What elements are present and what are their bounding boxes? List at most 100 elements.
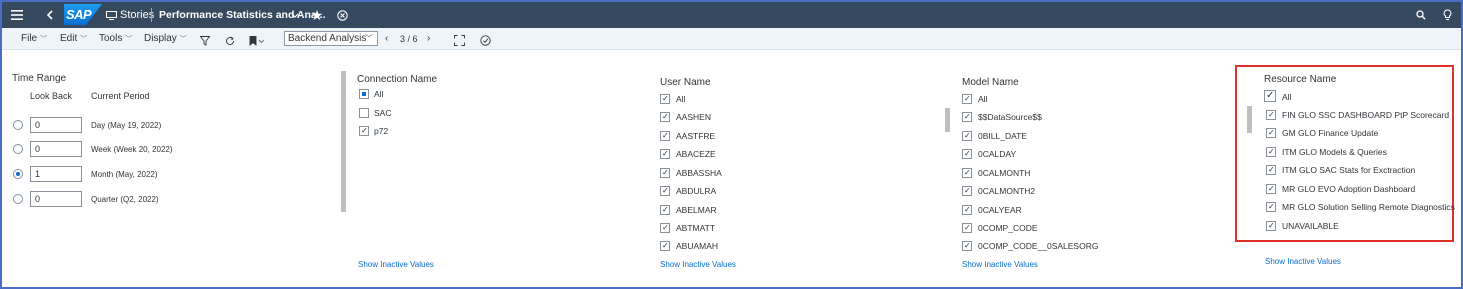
model-checkbox[interactable] bbox=[962, 241, 972, 251]
resource-show-inactive-link[interactable]: Show Inactive Values bbox=[1265, 257, 1341, 266]
resource-scrollbar[interactable] bbox=[1247, 106, 1252, 133]
file-menu-label: File bbox=[21, 33, 38, 44]
resource-label: ITM GLO Models & Queries bbox=[1282, 147, 1387, 157]
model-checkbox[interactable] bbox=[962, 94, 972, 104]
user-checkbox[interactable] bbox=[660, 131, 670, 141]
resource-checkbox[interactable] bbox=[1266, 165, 1276, 175]
model-checkbox[interactable] bbox=[962, 223, 972, 233]
time-range-radio-week[interactable] bbox=[13, 144, 23, 154]
user-label: ABUAMAH bbox=[676, 241, 719, 251]
fullscreen-icon[interactable] bbox=[454, 33, 465, 46]
model-label: $$DataSource$$ bbox=[978, 112, 1042, 122]
model-checkbox[interactable] bbox=[962, 149, 972, 159]
back-icon[interactable] bbox=[40, 2, 60, 28]
model-checkbox[interactable] bbox=[962, 131, 972, 141]
user-checkbox[interactable] bbox=[660, 205, 670, 215]
search-icon[interactable] bbox=[1413, 2, 1429, 28]
lookback-header: Look Back bbox=[30, 91, 73, 101]
stories-link[interactable]: Stories bbox=[120, 2, 154, 28]
next-page-icon[interactable]: › bbox=[427, 28, 430, 50]
user-label: ABELMAR bbox=[676, 205, 717, 215]
prev-page-icon[interactable]: ‹ bbox=[385, 28, 388, 50]
user-checkbox[interactable] bbox=[660, 186, 670, 196]
shell-bar: SAP Stories Performance Statistics and A… bbox=[2, 2, 1461, 28]
model-checkbox[interactable] bbox=[962, 205, 972, 215]
period-label-week: Week (Week 20, 2022) bbox=[91, 145, 173, 154]
resource-checkbox[interactable] bbox=[1266, 147, 1276, 157]
resource-checkbox[interactable] bbox=[1266, 221, 1276, 231]
model-checkbox[interactable] bbox=[962, 168, 972, 178]
sap-logo[interactable]: SAP bbox=[64, 4, 102, 25]
time-range-radio-day[interactable] bbox=[13, 120, 23, 130]
connection-label-sac: SAC bbox=[374, 108, 392, 118]
connection-label-all: All bbox=[374, 89, 384, 99]
resource-checkbox[interactable] bbox=[1266, 202, 1276, 212]
time-range-title: Time Range bbox=[12, 73, 67, 84]
resource-checkbox[interactable] bbox=[1266, 110, 1276, 120]
user-checkbox[interactable] bbox=[660, 241, 670, 251]
user-name-title: User Name bbox=[660, 77, 711, 88]
resource-label: MR GLO Solution Selling Remote Diagnosti… bbox=[1282, 202, 1455, 212]
user-checkbox[interactable] bbox=[660, 223, 670, 233]
user-checkbox[interactable] bbox=[660, 94, 670, 104]
lightbulb-icon[interactable] bbox=[1439, 2, 1455, 28]
chevron-down-icon: ﹀ bbox=[80, 36, 88, 43]
lookback-input-month[interactable]: 1 bbox=[30, 166, 82, 182]
period-label-quarter: Quarter (Q2, 2022) bbox=[91, 195, 159, 204]
resource-name-title: Resource Name bbox=[1264, 74, 1337, 85]
connection-checkbox-sac[interactable] bbox=[359, 108, 369, 118]
resource-checkbox[interactable] bbox=[1264, 90, 1276, 102]
model-scrollbar[interactable] bbox=[945, 108, 950, 132]
chevron-down-icon: ﹀ bbox=[179, 36, 187, 43]
connection-show-inactive-link[interactable]: Show Inactive Values bbox=[358, 260, 434, 269]
time-range-radio-quarter[interactable] bbox=[13, 194, 23, 204]
time-range-radio-month[interactable] bbox=[13, 169, 23, 179]
model-label: 0COMP_CODE bbox=[978, 223, 1038, 233]
chevron-down-icon: ﹀ bbox=[365, 34, 373, 43]
refresh-icon[interactable] bbox=[225, 33, 235, 45]
time-range-scrollbar[interactable] bbox=[341, 71, 346, 212]
chevron-down-icon[interactable] bbox=[289, 2, 301, 28]
resource-checkbox[interactable] bbox=[1266, 128, 1276, 138]
lookback-input-day[interactable]: 0 bbox=[30, 117, 82, 133]
user-checkbox[interactable] bbox=[660, 168, 670, 178]
display-menu[interactable]: Display ﹀ bbox=[144, 28, 187, 50]
resource-label: MR GLO EVO Adoption Dashboard bbox=[1282, 184, 1416, 194]
model-checkbox[interactable] bbox=[962, 112, 972, 122]
stories-icon[interactable] bbox=[105, 2, 117, 28]
menu-icon[interactable] bbox=[6, 2, 28, 28]
filter-icon[interactable] bbox=[199, 33, 211, 46]
user-show-inactive-link[interactable]: Show Inactive Values bbox=[660, 260, 736, 269]
file-menu[interactable]: File ﹀ bbox=[21, 28, 47, 50]
user-label: ABACEZE bbox=[676, 149, 716, 159]
tools-menu[interactable]: Tools ﹀ bbox=[99, 28, 132, 50]
connection-checkbox-p72[interactable] bbox=[359, 126, 369, 136]
close-story-icon[interactable] bbox=[334, 2, 350, 28]
shell-divider bbox=[151, 8, 152, 22]
user-checkbox[interactable] bbox=[660, 112, 670, 122]
resource-label: FIN GLO SSC DASHBOARD PtP Scorecard bbox=[1282, 110, 1450, 120]
model-checkbox[interactable] bbox=[962, 186, 972, 196]
resource-checkbox[interactable] bbox=[1266, 184, 1276, 194]
user-label: AASTFRE bbox=[676, 131, 716, 141]
lookback-input-week[interactable]: 0 bbox=[30, 141, 82, 157]
story-canvas: Time Range Look Back Current Period 0 Da… bbox=[2, 51, 1461, 287]
connection-name-title: Connection Name bbox=[357, 74, 438, 85]
lookback-input-quarter[interactable]: 0 bbox=[30, 191, 82, 207]
model-label: 0CALMONTH2 bbox=[978, 186, 1036, 196]
connection-label-p72: p72 bbox=[374, 126, 389, 136]
bookmark-icon[interactable] bbox=[249, 33, 265, 46]
resource-label: UNAVAILABLE bbox=[1282, 221, 1339, 231]
edit-menu[interactable]: Edit ﹀ bbox=[60, 28, 87, 50]
insights-icon[interactable] bbox=[480, 33, 491, 46]
user-label: ABDULRA bbox=[676, 186, 717, 196]
favorite-star-icon[interactable]: ★ bbox=[309, 2, 325, 28]
tools-menu-label: Tools bbox=[99, 33, 123, 44]
page-select[interactable]: Backend Analysis ﹀ bbox=[284, 31, 378, 46]
model-label: 0BILL_DATE bbox=[978, 131, 1027, 141]
connection-checkbox-all[interactable] bbox=[359, 89, 369, 99]
model-show-inactive-link[interactable]: Show Inactive Values bbox=[962, 260, 1038, 269]
chevron-down-icon: ﹀ bbox=[40, 36, 48, 43]
current-period-header: Current Period bbox=[91, 91, 150, 101]
user-checkbox[interactable] bbox=[660, 149, 670, 159]
